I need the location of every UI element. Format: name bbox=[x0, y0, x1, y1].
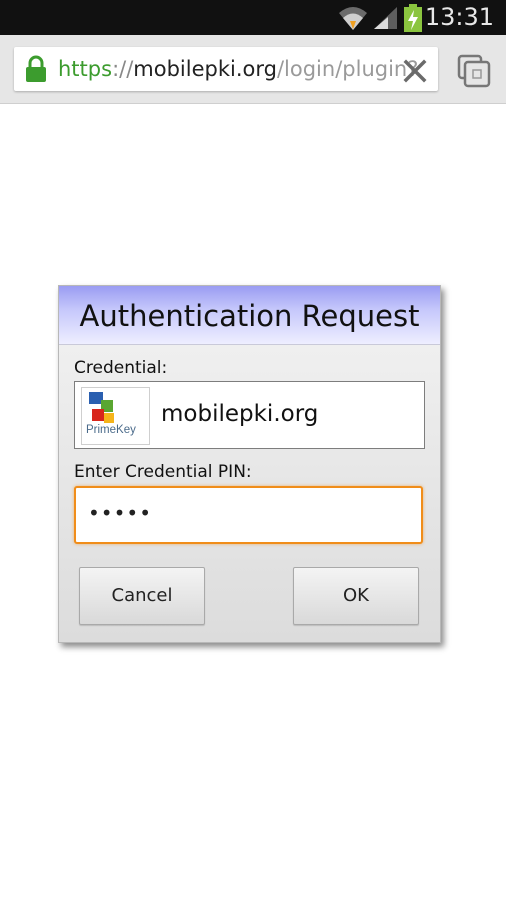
url-scheme: https bbox=[58, 57, 113, 81]
wifi-icon bbox=[339, 7, 367, 30]
credential-selector[interactable]: PrimeKey mobilepki.org bbox=[74, 381, 425, 449]
pin-value: ••••• bbox=[88, 501, 152, 525]
tabs-icon[interactable] bbox=[456, 53, 492, 89]
url-text[interactable]: https://mobilepki.org/login/plugin? bbox=[58, 55, 418, 83]
url-bar[interactable]: https://mobilepki.org/login/plugin? bbox=[14, 47, 438, 91]
url-path: /login/plugin? bbox=[276, 57, 419, 81]
status-bar: 13:31 bbox=[0, 0, 506, 35]
dialog-header: Authentication Request bbox=[59, 286, 440, 345]
url-host: mobilepki.org bbox=[133, 57, 277, 81]
signal-icon bbox=[374, 7, 397, 29]
primekey-logo: PrimeKey bbox=[81, 387, 150, 445]
credential-name: mobilepki.org bbox=[161, 401, 319, 427]
dialog-title: Authentication Request bbox=[79, 299, 420, 333]
cancel-button[interactable]: Cancel bbox=[79, 567, 205, 625]
clear-icon[interactable] bbox=[402, 58, 428, 84]
logo-text: PrimeKey bbox=[86, 424, 136, 436]
status-time: 13:31 bbox=[424, 3, 494, 31]
credential-label: Credential: bbox=[74, 358, 168, 378]
pin-label: Enter Credential PIN: bbox=[74, 462, 252, 482]
browser-toolbar: https://mobilepki.org/login/plugin? bbox=[0, 35, 506, 104]
lock-icon bbox=[26, 55, 46, 82]
primekey-logo-mark bbox=[89, 392, 114, 423]
pin-input[interactable]: ••••• bbox=[74, 486, 423, 544]
ok-button[interactable]: OK bbox=[293, 567, 419, 625]
authentication-dialog: Authentication Request Credential: Prime… bbox=[58, 285, 441, 643]
url-separator: :// bbox=[112, 57, 134, 81]
battery-charging-icon bbox=[404, 4, 422, 32]
